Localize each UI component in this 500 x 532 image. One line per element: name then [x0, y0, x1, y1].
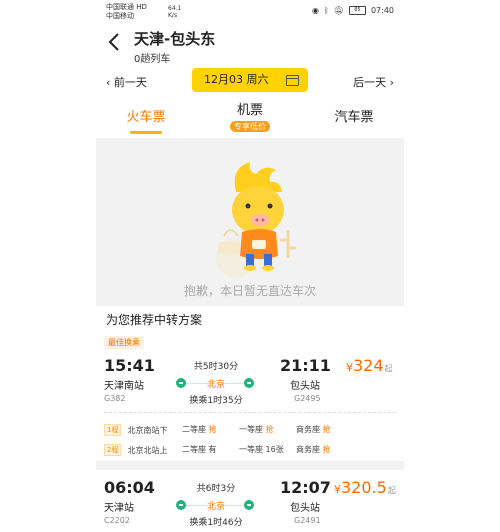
active-tab-indicator [130, 131, 162, 134]
train-number: G2495 [294, 394, 321, 403]
bluetooth-icon: ᛒ [323, 6, 329, 15]
train-count: 0趟列车 [134, 54, 171, 65]
arrive-station: 包头站 [290, 381, 320, 392]
seat-info: 一等座 16张 [239, 444, 284, 455]
seat-info: 一等座 抢 [239, 424, 274, 435]
promo-badge: 专享低价 [230, 121, 270, 132]
seat-status: 有 [208, 445, 217, 454]
seat-status: 抢 [322, 445, 331, 454]
currency-symbol: ¥ [346, 361, 353, 374]
best-transfer-badge: 最佳换乘 [104, 336, 144, 349]
battery-icon: 85 [348, 6, 366, 15]
total-duration: 共6时3分 [196, 484, 236, 494]
price: ¥320.5起 [334, 478, 396, 497]
transfer-city: 北京 [206, 380, 225, 390]
seat-status: 16张 [265, 445, 284, 454]
price-value: 324 [353, 356, 384, 375]
seat-status: 抢 [208, 425, 217, 434]
divider [104, 412, 396, 413]
prev-day-button[interactable]: ‹ 前一天 [106, 74, 147, 90]
carrier-1: 中国联通 HD [106, 3, 147, 11]
price-suffix: 起 [384, 364, 393, 373]
arrive-station: 包头站 [290, 503, 320, 514]
tab-flight-label: 机票 [236, 103, 263, 118]
mascot-illustration [216, 162, 296, 278]
seat-class: 二等座 [182, 445, 206, 454]
leg-route: 北京南站下 [127, 425, 168, 435]
arrive-time: 21:11 [280, 356, 331, 375]
date-bar: ‹ 前一天 12月03 周六 后一天 › [96, 66, 404, 98]
network-speed: 64.1 K/s [168, 5, 182, 19]
transfer-duration: 换乘1时35分 [189, 396, 243, 406]
price-suffix: 起 [387, 486, 396, 495]
tab-train[interactable]: 火车票 [110, 98, 182, 138]
chevron-right-icon: › [389, 76, 394, 89]
price-value: 320.5 [341, 478, 387, 497]
price: ¥324起 [346, 356, 393, 375]
seat-class: 商务座 [296, 445, 320, 454]
clock: 07:40 [370, 6, 394, 15]
eye-icon: ◉ [311, 6, 319, 15]
currency-symbol: ¥ [334, 483, 341, 496]
seat-class: 一等座 [239, 445, 263, 454]
seat-info: 商务座 抢 [296, 444, 331, 455]
empty-message: 抱歉，本日暂无直达车次 [183, 284, 316, 298]
leg-tag: 2程 [104, 444, 122, 456]
depart-station: 天津站 [104, 503, 134, 514]
tab-train-label: 火车票 [126, 110, 166, 125]
train-number: G382 [104, 394, 126, 403]
depart-time: 06:04 [104, 478, 155, 497]
phone-screen: 中国联通 HD 中国移动 64.1 K/s ◉ ᛒ 🔕︎ 85 07:40 天津… [96, 0, 404, 532]
transfer-plan-card[interactable]: 06:04 天津站 C2202 共6时3分 北京 换乘1时46分 12:07 包… [96, 470, 404, 532]
seat-info: 二等座 有 [182, 444, 217, 455]
recommend-title: 为您推荐中转方案 [106, 313, 203, 327]
train-number: C2202 [104, 516, 130, 525]
leg-row: 1程 北京南站下 [104, 424, 167, 436]
status-right: ◉ ᛒ 🔕︎ 85 07:40 [312, 6, 394, 15]
leg-row: 2程 北京北站上 [104, 444, 167, 456]
mute-icon: 🔕︎ [333, 6, 344, 15]
next-day-button[interactable]: 后一天 › [353, 74, 394, 90]
transfer-duration: 换乘1时46分 [189, 518, 243, 528]
divider [96, 461, 404, 470]
seat-info: 商务座 抢 [296, 424, 331, 435]
seat-class: 商务座 [296, 425, 320, 434]
tab-bar: 火车票 机票 专享低价 汽车票 [96, 98, 404, 139]
chevron-left-icon[interactable] [102, 30, 126, 54]
seat-info: 二等座 抢 [182, 424, 217, 435]
prev-day-label: 前一天 [113, 76, 147, 89]
tab-bus[interactable]: 汽车票 [318, 98, 390, 138]
transfer-city: 北京 [206, 502, 225, 512]
depart-station: 天津南站 [104, 381, 144, 392]
carrier-2: 中国移动 [106, 12, 134, 20]
empty-state: 抱歉，本日暂无直达车次 [96, 138, 404, 306]
tab-bus-label: 汽车票 [334, 110, 374, 125]
calendar-icon [286, 75, 299, 86]
arrive-time: 12:07 [280, 478, 331, 497]
route-title: 天津-包头东 [134, 30, 216, 48]
leg-tag: 1程 [104, 424, 122, 436]
tab-flight[interactable]: 机票 专享低价 [212, 98, 288, 138]
seat-class: 二等座 [182, 425, 206, 434]
seat-status: 抢 [265, 425, 274, 434]
carrier-info: 中国联通 HD 中国移动 [106, 3, 147, 21]
train-number: G2491 [294, 516, 321, 525]
date-picker[interactable]: 12月03 周六 [192, 68, 308, 92]
total-duration: 共5时30分 [193, 362, 239, 372]
seat-class: 一等座 [239, 425, 263, 434]
transfer-plan-card[interactable]: 最佳换乘 15:41 天津南站 G382 共5时30分 北京 换乘1时35分 2… [96, 332, 404, 460]
status-bar: 中国联通 HD 中国移动 64.1 K/s ◉ ᛒ 🔕︎ 85 07:40 [96, 0, 404, 24]
seat-status: 抢 [322, 425, 331, 434]
next-day-label: 后一天 [353, 76, 387, 89]
header: 天津-包头东 0趟列车 [96, 24, 404, 66]
leg-route: 北京北站上 [127, 445, 168, 455]
chevron-left-icon: ‹ [106, 76, 111, 89]
depart-time: 15:41 [104, 356, 155, 375]
date-label: 12月03 周六 [204, 73, 269, 86]
